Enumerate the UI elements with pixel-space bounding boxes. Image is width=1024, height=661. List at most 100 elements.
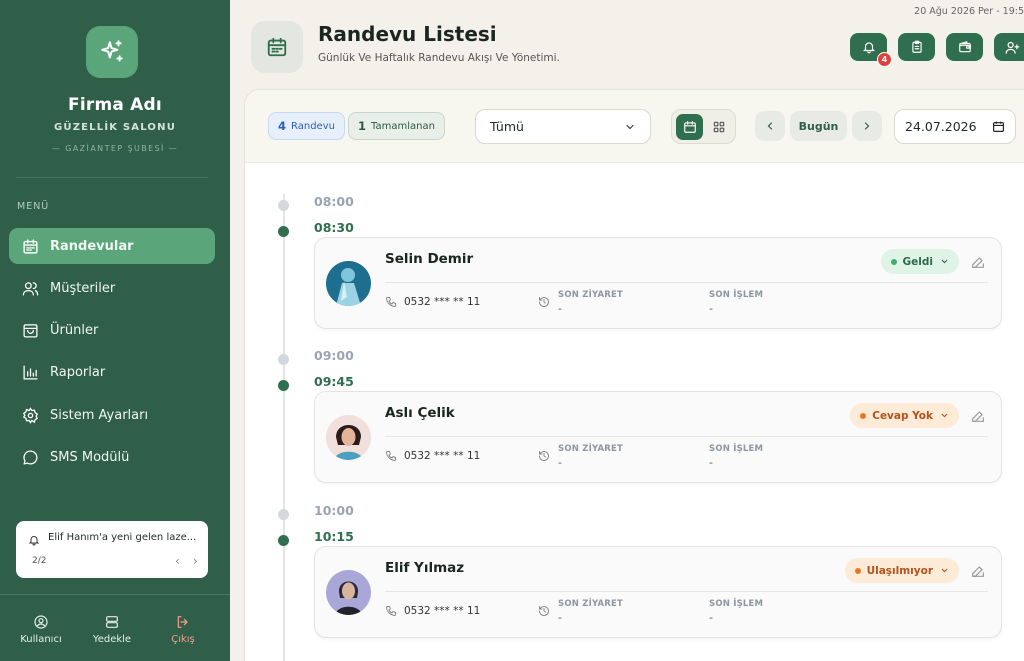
backup-button[interactable]: Yedekle (82, 614, 142, 645)
last-visit-value: - (558, 302, 562, 315)
clipboard-icon (911, 40, 922, 53)
user-label: Kullanıcı (20, 634, 62, 645)
chevron-down-icon (941, 413, 948, 418)
next-day-button[interactable] (852, 111, 882, 141)
timeline-dot (278, 509, 289, 520)
page-title: Randevu Listesi (318, 22, 497, 46)
user-plus-icon (1005, 41, 1020, 54)
user-circle-icon (34, 615, 48, 629)
chat-icon (21, 448, 39, 466)
notification-badge: 4 (877, 52, 892, 67)
sidebar-item-sms-modulu[interactable]: SMS Modülü (9, 439, 215, 475)
add-user-button[interactable] (994, 33, 1024, 61)
time-slot: 09:00 (314, 348, 354, 363)
notification-count: 2/2 (32, 556, 47, 566)
sidebar-item-urunler[interactable]: Ürünler (9, 313, 215, 349)
status-dropdown[interactable]: Ulaşılmıyor (844, 558, 959, 583)
database-icon (106, 616, 118, 628)
calendar-icon (21, 237, 39, 255)
appointment-card[interactable]: Selin Demir Geldi 0532 *** ** 11 SON ZİY… (314, 237, 1002, 329)
logout-button[interactable]: Çıkış (153, 614, 213, 645)
time-slot: 08:00 (314, 194, 354, 209)
timeline-dot (278, 535, 289, 546)
timeline-dot (278, 380, 289, 391)
brand-logo (86, 26, 138, 78)
status-dot (890, 258, 897, 265)
last-service-label: SON İŞLEM (709, 444, 764, 454)
logout-label: Çıkış (171, 634, 195, 645)
previous-day-button[interactable] (755, 111, 785, 141)
grid-icon (713, 121, 724, 133)
sidebar-item-musteriler[interactable]: Müşteriler (9, 270, 215, 306)
users-icon (21, 279, 39, 297)
wallet-icon (958, 41, 971, 53)
sidebar-item-label: Müşteriler (50, 280, 116, 296)
sparkle-icon (101, 40, 123, 62)
menu-label: MENÜ (17, 201, 50, 212)
history-icon (539, 606, 549, 616)
grid-view-button[interactable] (705, 114, 732, 140)
date-input-value: 24.07.2026 (905, 119, 977, 134)
appointments-count-pill[interactable]: 4 Randevu (268, 112, 345, 140)
time-slot: 10:15 (314, 529, 354, 544)
sidebar-item-label: Ürünler (50, 323, 99, 339)
bell-icon (862, 42, 875, 54)
last-service-value: - (709, 611, 713, 624)
notification-card[interactable]: Elif Hanım'a yeni gelen laze... 2/2 ‹ › (16, 521, 208, 578)
edit-icon[interactable] (970, 254, 986, 270)
clipboard-button[interactable] (898, 33, 935, 61)
today-button[interactable]: Bugün (790, 111, 847, 141)
chevron-down-icon (626, 124, 634, 129)
appointment-card[interactable]: Elif Yılmaz Ulaşılmıyor 0532 *** ** 11 S… (314, 546, 1002, 638)
brand-branch: — GAZİANTEP ŞUBESİ — (51, 144, 179, 153)
status-dropdown[interactable]: Geldi (880, 249, 959, 274)
sidebar-menu: Randevular Müşteriler Ürünler Raporlar S… (9, 228, 215, 482)
chevron-left-icon[interactable]: ‹ (175, 554, 180, 568)
appointment-card[interactable]: Aslı Çelik Cevap Yok 0532 *** ** 11 SON … (314, 391, 1002, 483)
phone-icon (386, 297, 396, 307)
status-filter-select[interactable]: Tümü (475, 109, 651, 144)
customer-phone: 0532 *** ** 11 (385, 605, 480, 617)
sidebar-item-raporlar[interactable]: Raporlar (9, 355, 215, 391)
time-slot: 09:45 (314, 374, 354, 389)
calendar-icon (993, 121, 1004, 132)
appointments-count: 4 (278, 119, 287, 133)
phone-icon (386, 606, 396, 616)
sidebar: Firma Adı GÜZELLİK SALONU — GAZİANTEP ŞU… (0, 0, 230, 661)
chevron-down-icon (941, 568, 948, 573)
gear-icon (21, 406, 39, 424)
wallet-button[interactable] (946, 33, 983, 61)
completed-count-pill[interactable]: 1 Tamamlanan (348, 112, 445, 140)
chevron-down-icon (941, 259, 948, 264)
status-dropdown[interactable]: Cevap Yok (850, 403, 959, 428)
phone-number: 0532 *** ** 11 (404, 450, 481, 462)
notifications-button[interactable]: 4 (850, 33, 892, 67)
phone-number: 0532 *** ** 11 (404, 296, 481, 308)
customer-phone: 0532 *** ** 11 (385, 450, 480, 462)
chevron-right-icon[interactable]: › (193, 554, 198, 568)
sidebar-item-label: SMS Modülü (50, 449, 130, 465)
phone-icon (386, 451, 396, 461)
customer-name: Selin Demir (385, 251, 474, 267)
calendar-view-button[interactable] (676, 114, 703, 140)
sidebar-item-randevular[interactable]: Randevular (9, 228, 215, 264)
brand-subtitle: GÜZELLİK SALONU (53, 122, 177, 133)
edit-icon[interactable] (970, 563, 986, 579)
bar-chart-icon (21, 364, 39, 382)
sidebar-item-sistem-ayarlari[interactable]: Sistem Ayarları (9, 397, 215, 433)
customer-name: Aslı Çelik (385, 405, 455, 421)
status-label: Geldi (902, 255, 933, 268)
user-button[interactable]: Kullanıcı (11, 614, 71, 645)
timeline-dot (278, 354, 289, 365)
page-icon (251, 21, 303, 73)
notification-text: Elif Hanım'a yeni gelen laze... (48, 532, 197, 543)
timeline-line (283, 194, 285, 661)
page-subtitle: Günlük Ve Haftalık Randevu Akışı Ve Yöne… (318, 52, 560, 64)
last-service-value: - (709, 456, 713, 469)
edit-icon[interactable] (970, 408, 986, 424)
timeline-dot (278, 226, 289, 237)
brand-name: Firma Adı (68, 95, 162, 115)
toolbar: 4 Randevu 1 Tamamlanan Tümü Bugün 24.07.… (245, 90, 1024, 163)
date-input[interactable]: 24.07.2026 (894, 109, 1016, 144)
sidebar-item-label: Sistem Ayarları (50, 407, 149, 423)
